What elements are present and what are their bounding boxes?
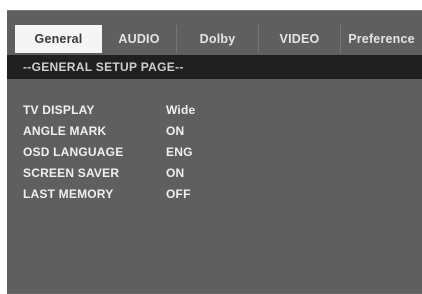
setting-value: Wide: [166, 102, 196, 117]
setting-osd-language[interactable]: OSD LANGUAGE ENG: [23, 141, 403, 162]
page-title-bar: --GENERAL SETUP PAGE--: [7, 55, 422, 79]
setting-tv-display[interactable]: TV DISPLAY Wide: [23, 99, 403, 120]
setting-last-memory[interactable]: LAST MEMORY OFF: [23, 183, 403, 204]
settings-list: TV DISPLAY Wide ANGLE MARK ON OSD LANGUA…: [23, 99, 403, 204]
tab-dolby[interactable]: Dolby: [177, 25, 259, 53]
tab-video[interactable]: VIDEO: [259, 25, 341, 53]
setup-menu-panel: General AUDIO Dolby VIDEO Preference --G…: [7, 10, 422, 294]
setting-value: OFF: [166, 186, 191, 201]
tab-bar: General AUDIO Dolby VIDEO Preference: [7, 25, 422, 53]
page-title: --GENERAL SETUP PAGE--: [23, 60, 184, 74]
setting-value: ON: [166, 123, 185, 138]
setting-label: SCREEN SAVER: [23, 165, 120, 180]
tab-general[interactable]: General: [15, 25, 102, 53]
setting-screen-saver[interactable]: SCREEN SAVER ON: [23, 162, 403, 183]
setting-angle-mark[interactable]: ANGLE MARK ON: [23, 120, 403, 141]
setting-label: TV DISPLAY: [23, 102, 95, 117]
tab-audio[interactable]: AUDIO: [102, 25, 177, 53]
setting-value: ENG: [166, 144, 193, 159]
setting-label: ANGLE MARK: [23, 123, 107, 138]
setting-label: OSD LANGUAGE: [23, 144, 124, 159]
tab-preference[interactable]: Preference: [341, 25, 422, 53]
setting-value: ON: [166, 165, 185, 180]
setting-label: LAST MEMORY: [23, 186, 114, 201]
